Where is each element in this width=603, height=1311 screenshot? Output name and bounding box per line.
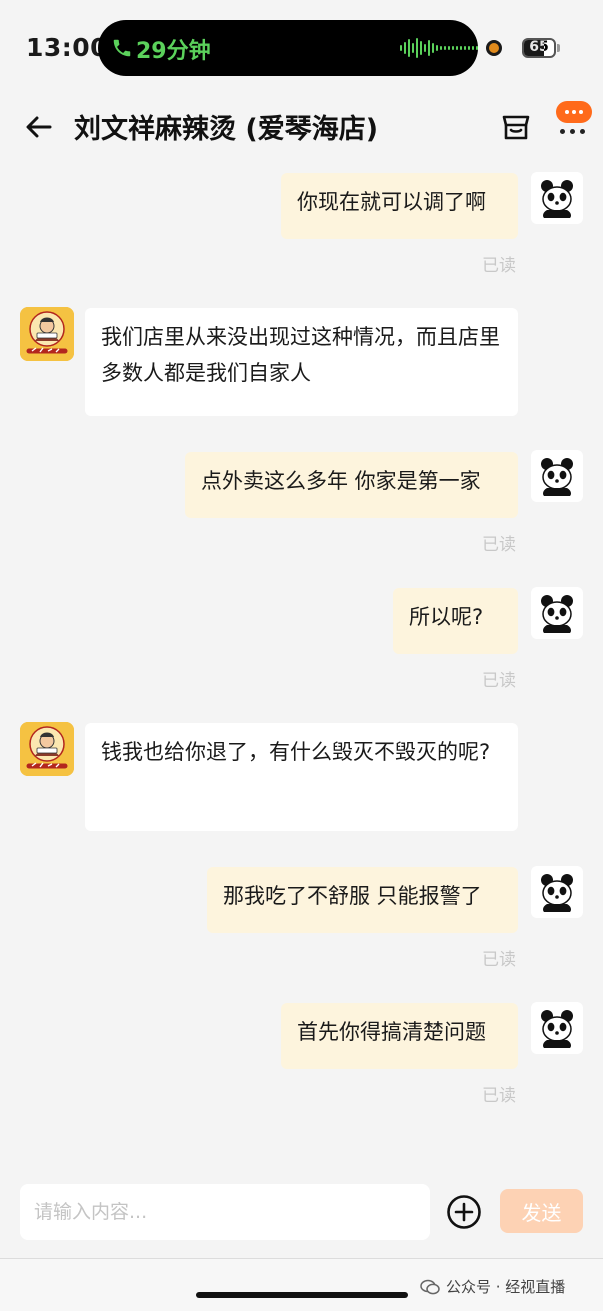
phone-icon (113, 39, 131, 57)
message-text: 钱我也给你退了，有什么毁灭不毁灭的呢? (101, 740, 491, 764)
panda-icon (541, 874, 573, 912)
wechat-official-account-icon (420, 1279, 440, 1294)
panda-icon (541, 1010, 573, 1048)
read-status: 已读 (482, 950, 516, 970)
message-text: 那我吃了不舒服 只能报警了 (223, 884, 482, 908)
message-input-container (20, 1184, 430, 1240)
panda-icon (541, 458, 573, 496)
read-status: 已读 (482, 256, 516, 276)
add-attachment-icon[interactable] (446, 1194, 482, 1230)
read-status: 已读 (482, 535, 516, 555)
shop-icon[interactable] (500, 111, 532, 143)
audio-wave-icon (400, 37, 478, 59)
message-bubble-mine[interactable]: 那我吃了不舒服 只能报警了 (207, 867, 518, 933)
message-text: 首先你得搞清楚问题 (297, 1020, 486, 1044)
watermark: 公众号 · 经视直播 (420, 1276, 565, 1297)
user-avatar[interactable] (531, 866, 583, 918)
back-arrow-icon[interactable] (22, 110, 56, 144)
message-bubble-mine[interactable]: 你现在就可以调了啊 (281, 173, 518, 239)
battery-level: 65 (529, 39, 549, 55)
status-bar: 13:00 29分钟 65 (0, 0, 603, 95)
message-bubble-mine[interactable]: 点外卖这么多年 你家是第一家 (185, 452, 518, 518)
message-bubble-mine[interactable]: 所以呢? (393, 588, 518, 654)
message-text: 我们店里从来没出现过这种情况，而且店里多数人都是我们自家人 (101, 325, 500, 385)
shop-avatar[interactable] (20, 722, 74, 776)
message-bubble-shop[interactable]: 我们店里从来没出现过这种情况，而且店里多数人都是我们自家人 (85, 308, 518, 416)
message-text: 所以呢? (409, 605, 484, 629)
user-avatar[interactable] (531, 450, 583, 502)
notification-badge (556, 101, 592, 123)
message-bubble-shop[interactable]: 钱我也给你退了，有什么毁灭不毁灭的呢? (85, 723, 518, 831)
shop-logo-icon (20, 722, 74, 776)
battery-tip (557, 44, 560, 52)
status-time: 13:00 (26, 33, 109, 62)
page-title: 刘文祥麻辣烫 (爱琴海店) (74, 114, 379, 145)
send-button[interactable]: 发送 (500, 1189, 583, 1233)
user-avatar[interactable] (531, 172, 583, 224)
message-bubble-mine[interactable]: 首先你得搞清楚问题 (281, 1003, 518, 1069)
call-duration: 29分钟 (136, 39, 211, 64)
panda-icon (541, 595, 573, 633)
chat-header: 刘文祥麻辣烫 (爱琴海店) (0, 95, 603, 165)
message-text: 你现在就可以调了啊 (297, 190, 486, 214)
shop-logo-icon (20, 307, 74, 361)
user-avatar[interactable] (531, 587, 583, 639)
home-indicator[interactable] (196, 1292, 408, 1298)
message-text: 点外卖这么多年 你家是第一家 (201, 469, 481, 493)
watermark-text: 公众号 · 经视直播 (446, 1278, 566, 1296)
user-avatar[interactable] (531, 1002, 583, 1054)
message-input[interactable] (20, 1184, 428, 1240)
shop-avatar[interactable] (20, 307, 74, 361)
call-island[interactable]: 29分钟 (98, 20, 478, 76)
panda-icon (541, 180, 573, 218)
battery-icon: 65 (522, 38, 556, 58)
recording-dot-icon (486, 40, 502, 56)
more-options-icon[interactable] (552, 101, 592, 147)
read-status: 已读 (482, 671, 516, 691)
read-status: 已读 (482, 1086, 516, 1106)
